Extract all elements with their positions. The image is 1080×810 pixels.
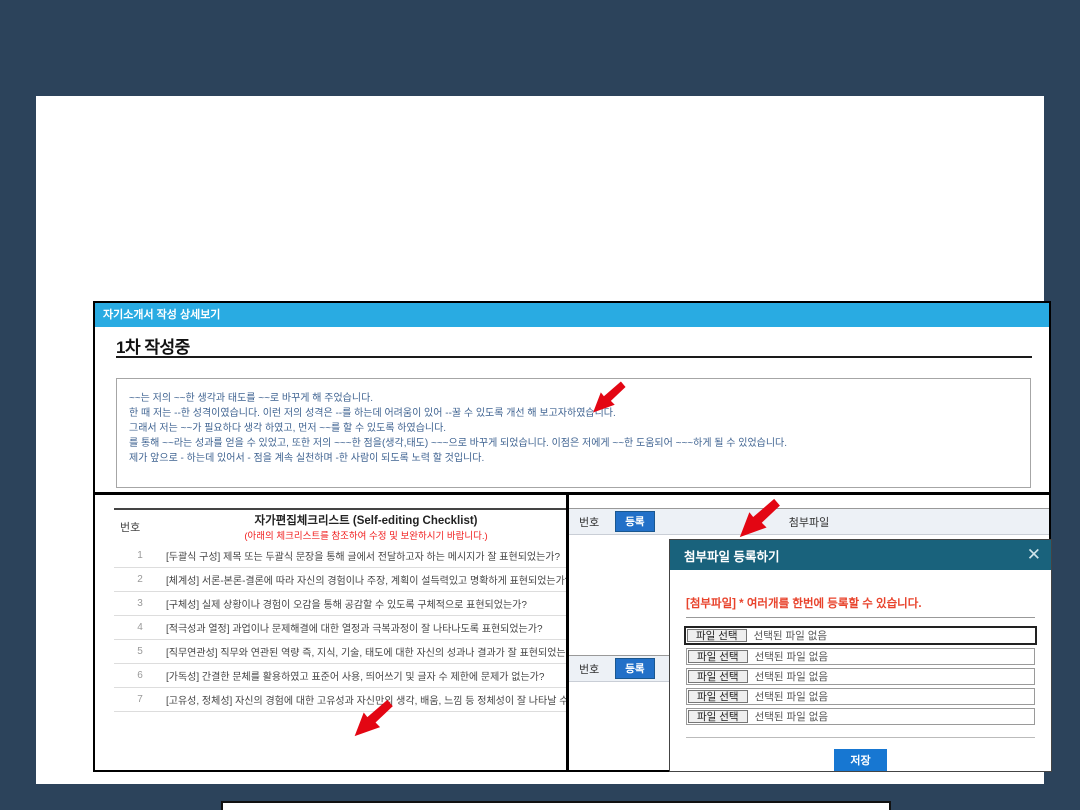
file-select-button[interactable]: 파일 선택 (688, 710, 748, 723)
table-row: 6 [가독성] 간결한 문체를 활용하였고 표준어 사용, 띄어쓰기 및 글자 … (114, 664, 566, 688)
file-select-button[interactable]: 파일 선택 (687, 629, 747, 642)
table-row: 2 [체계성] 서론-본론-결론에 따라 자신의 경험이나 주장, 계획이 설득… (114, 568, 566, 592)
essay-line: 한 때 저는 --한 성격이였습니다. 이런 저의 성격은 --를 하는데 어려… (129, 406, 1018, 421)
heading-rule (116, 356, 1032, 358)
file-input-status: 선택된 파일 없음 (755, 689, 828, 704)
table-row: 7 [고유성, 정체성] 자신의 경험에 대한 고유성과 자신만의 생각, 배움… (114, 688, 566, 712)
table-row: 4 [적극성과 열정] 과업이나 문제해결에 대한 열정과 극복과정이 잘 나타… (114, 616, 566, 640)
section-divider-horizontal (95, 492, 1049, 495)
footer-action-bar: 저장 (재수정가능) 인터뷰부터 새로 작성하기 뒤로 (221, 801, 891, 810)
divider (686, 737, 1035, 738)
modal-titlebar: 첨부파일 등록하기 ✕ (670, 540, 1051, 570)
checklist-col-no: 번호 (114, 519, 166, 535)
file-select-button[interactable]: 파일 선택 (688, 670, 748, 683)
checklist-header: 번호 자가편집체크리스트 (Self-editing Checklist) (아… (114, 508, 566, 544)
modal-title: 첨부파일 등록하기 (684, 546, 779, 565)
essay-textarea[interactable]: ~~는 저의 ~~한 생각과 태도를 ~~로 바꾸게 해 주었습니다. 한 때 … (116, 378, 1031, 488)
modal-save-button[interactable]: 저장 (834, 749, 886, 771)
file-input-status: 선택된 파일 없음 (755, 649, 828, 664)
file-input[interactable]: 파일 선택 선택된 파일 없음 (686, 708, 1035, 725)
register-attachment-button[interactable]: 등록 (615, 511, 654, 532)
file-select-button[interactable]: 파일 선택 (688, 650, 748, 663)
close-icon[interactable]: ✕ (1027, 543, 1041, 567)
file-input[interactable]: 파일 선택 선택된 파일 없음 (686, 668, 1035, 685)
essay-line: 를 통해 ~~라는 성과를 얻을 수 있었고, 또한 저의 ~~~한 점을(생각… (129, 436, 1018, 451)
file-input-status: 선택된 파일 없음 (755, 709, 828, 724)
file-input[interactable]: 파일 선택 선택된 파일 없음 (686, 688, 1035, 705)
file-input[interactable]: 파일 선택 선택된 파일 없음 (684, 626, 1037, 645)
essay-line: 제가 앞으로 - 하는데 있어서 - 점을 계속 실천하며 -한 사람이 되도록… (129, 451, 1018, 466)
file-input-status: 선택된 파일 없음 (755, 669, 828, 684)
panel-titlebar: 자기소개서 작성 상세보기 (95, 303, 1049, 327)
page-sheet: 자기소개서 작성 상세보기 1차 작성중 ~~는 저의 ~~한 생각과 태도를 … (36, 96, 1044, 784)
attachment-col-no: 번호 (579, 514, 599, 530)
essay-line: ~~는 저의 ~~한 생각과 태도를 ~~로 바꾸게 해 주었습니다. (129, 391, 1018, 406)
checklist-title: 자가편집체크리스트 (Self-editing Checklist) (166, 512, 566, 528)
table-row: 5 [직무연관성] 직무와 연관된 역량 즉, 지식, 기술, 태도에 대한 자… (114, 640, 566, 664)
checklist-table: 번호 자가편집체크리스트 (Self-editing Checklist) (아… (114, 508, 566, 712)
draft-status-heading: 1차 작성중 (116, 333, 190, 358)
attachment-col-no: 번호 (579, 661, 599, 677)
file-select-button[interactable]: 파일 선택 (688, 690, 748, 703)
essay-line: 그래서 저는 ~~가 필요하다 생각 하였고, 먼저 ~~를 할 수 있도록 하… (129, 421, 1018, 436)
attachment-notice: [첨부파일] * 여러개를 한번에 등록할 수 있습니다. (686, 595, 1035, 611)
checklist-subtitle: (아래의 체크리스트를 참조하여 수정 및 보완하시기 바랍니다.) (166, 528, 566, 542)
attachment-upload-modal: 첨부파일 등록하기 ✕ [첨부파일] * 여러개를 한번에 등록할 수 있습니다… (669, 539, 1052, 772)
divider (686, 617, 1035, 618)
file-input[interactable]: 파일 선택 선택된 파일 없음 (686, 648, 1035, 665)
file-input-status: 선택된 파일 없음 (754, 628, 827, 643)
table-row: 1 [두괄식 구성] 제목 또는 두괄식 문장을 통해 글에서 전달하고자 하는… (114, 544, 566, 568)
register-attachment2-button[interactable]: 등록 (615, 658, 654, 679)
table-row: 3 [구체성] 실제 상황이나 경험이 오감을 통해 공감할 수 있도록 구체적… (114, 592, 566, 616)
attachment-table-header: 첨부파일 번호 등록 (569, 508, 1049, 535)
